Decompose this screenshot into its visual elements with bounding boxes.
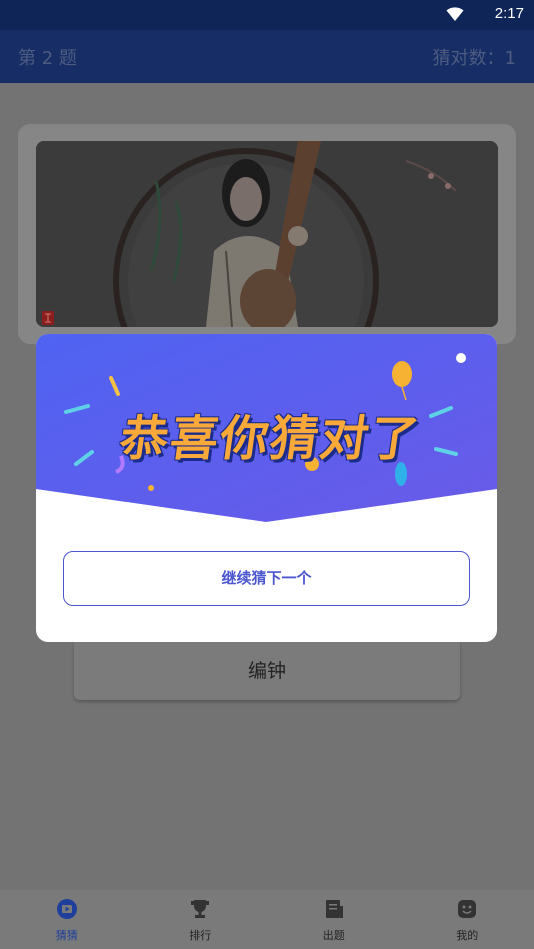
tab-create-question[interactable]: 出题 bbox=[267, 890, 401, 949]
document-icon bbox=[325, 900, 343, 918]
answer-option-label: 编钟 bbox=[247, 660, 286, 682]
app-bar: 第 2 题 猜对数：1 bbox=[0, 30, 534, 83]
trophy-icon bbox=[191, 900, 210, 918]
tab-label: 出题 bbox=[322, 929, 345, 942]
score-counter: 猜对数：1 bbox=[432, 48, 516, 69]
next-question-button[interactable]: 继续猜下一个 bbox=[63, 551, 470, 606]
status-bar: 2:17 bbox=[0, 0, 534, 30]
success-headline: 恭喜你猜对了 bbox=[116, 411, 425, 467]
tab-label: 排行 bbox=[189, 929, 212, 942]
red-seal-icon bbox=[42, 311, 54, 325]
tab-mine[interactable]: 我的 bbox=[401, 890, 534, 949]
tab-label: 猜猜 bbox=[55, 929, 78, 942]
tab-label: 我的 bbox=[456, 929, 479, 942]
face-icon bbox=[458, 900, 477, 918]
tab-ranking[interactable]: 排行 bbox=[134, 890, 268, 949]
tab-guess[interactable]: 猜猜 bbox=[0, 890, 134, 949]
answer-option[interactable]: 编钟 bbox=[74, 642, 460, 700]
play-icon bbox=[56, 899, 77, 919]
question-number: 第 2 题 bbox=[18, 48, 77, 69]
wifi-icon bbox=[446, 7, 464, 21]
bottom-tab-bar: 猜猜 排行 出题 我的 bbox=[0, 890, 534, 949]
status-time: 2:17 bbox=[494, 5, 524, 22]
success-dialog: 恭喜你猜对了 继续猜下一个 bbox=[36, 334, 497, 642]
question-image bbox=[36, 141, 498, 327]
